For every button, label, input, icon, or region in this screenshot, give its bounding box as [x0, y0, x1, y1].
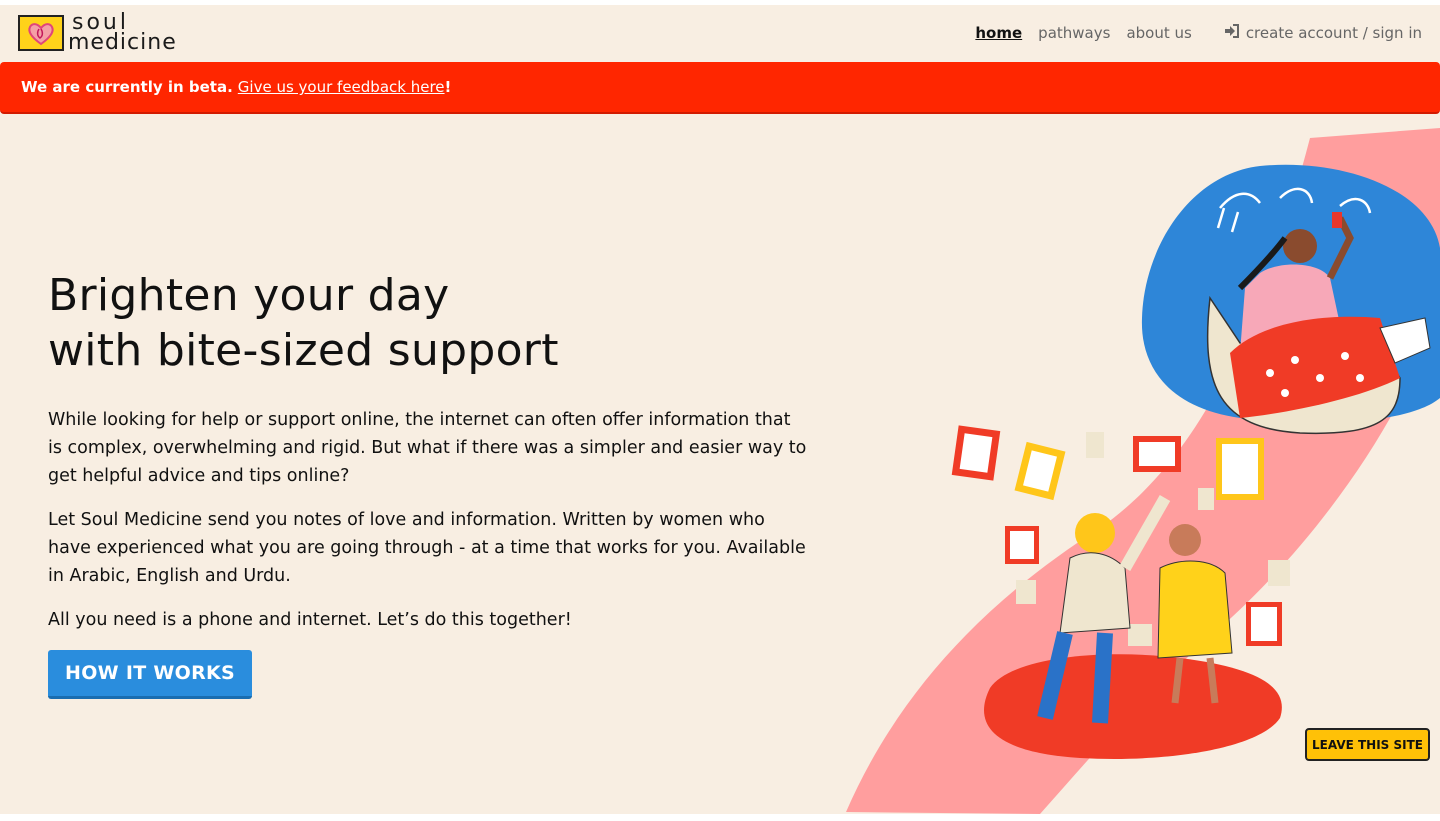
beta-text: We are currently in beta. — [21, 78, 233, 96]
sign-in-link[interactable]: create account / sign in — [1224, 24, 1422, 42]
main-nav: home pathways about us create account / … — [959, 24, 1422, 42]
bottom-strip — [0, 814, 1440, 821]
hero-paragraph-3: All you need is a phone and internet. Le… — [48, 610, 572, 630]
hero-paragraph-1: While looking for help or support online… — [48, 410, 807, 486]
how-it-works-button[interactable]: HOW IT WORKS — [48, 650, 253, 699]
hero-illustration — [840, 128, 1440, 814]
hero-title: Brighten your day with bite-sized suppor… — [48, 268, 808, 378]
logo-text: soul medicine — [68, 12, 177, 55]
sign-in-icon — [1224, 24, 1240, 42]
site-header: soul medicine home pathways about us cre… — [0, 5, 1440, 61]
beta-suffix: ! — [444, 78, 452, 96]
hero: Brighten your day with bite-sized suppor… — [48, 268, 808, 699]
nav-home[interactable]: home — [975, 24, 1022, 42]
hero-title-line-2: with bite-sized support — [48, 325, 559, 376]
leave-this-site-button[interactable]: LEAVE THIS SITE — [1305, 728, 1430, 761]
hero-title-line-1: Brighten your day — [48, 270, 450, 321]
beta-banner: We are currently in beta. Give us your f… — [0, 62, 1440, 114]
logo-line-2: medicine — [68, 30, 177, 55]
hero-paragraph-2: Let Soul Medicine send you notes of love… — [48, 510, 806, 586]
sign-in-label: create account / sign in — [1245, 24, 1422, 42]
nav-pathways[interactable]: pathways — [1038, 24, 1110, 42]
logo[interactable]: soul medicine — [18, 12, 177, 55]
heart-icon — [18, 15, 64, 51]
nav-about-us[interactable]: about us — [1126, 24, 1191, 42]
feedback-link[interactable]: Give us your feedback here — [238, 78, 445, 96]
